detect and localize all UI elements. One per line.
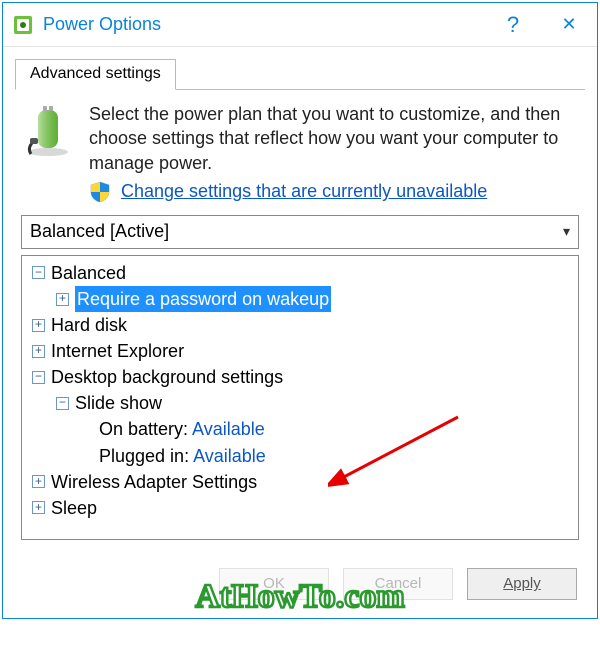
uac-shield-icon [89, 181, 111, 203]
tree-item-hard-disk[interactable]: + Hard disk [28, 312, 572, 338]
expand-icon[interactable]: + [32, 319, 45, 332]
content-area: Select the power plan that you want to c… [3, 90, 597, 550]
power-plan-combo[interactable]: Balanced [Active] ▾ [21, 215, 579, 249]
dialog-buttons: OK Cancel Apply [3, 550, 597, 618]
intro-row: Select the power plan that you want to c… [21, 102, 579, 175]
tree-item-sleep[interactable]: + Sleep [28, 495, 572, 521]
plugged-in-value[interactable]: Available [193, 443, 266, 469]
collapse-icon[interactable]: − [56, 397, 69, 410]
close-button[interactable]: ✕ [541, 3, 597, 47]
collapse-icon[interactable]: − [32, 266, 45, 279]
battery-icon [21, 104, 75, 158]
collapse-icon[interactable]: − [32, 371, 45, 384]
tree-item-wireless[interactable]: + Wireless Adapter Settings [28, 469, 572, 495]
window-title: Power Options [43, 14, 485, 35]
expand-icon[interactable]: + [32, 475, 45, 488]
help-button[interactable]: ? [485, 3, 541, 47]
tab-strip: Advanced settings [3, 47, 597, 90]
titlebar: Power Options ? ✕ [3, 3, 597, 47]
tree-item-on-battery[interactable]: On battery: Available [28, 416, 572, 442]
tab-advanced-settings[interactable]: Advanced settings [15, 59, 176, 90]
apply-button[interactable]: Apply [467, 568, 577, 600]
combo-value: Balanced [Active] [30, 221, 169, 242]
on-battery-value[interactable]: Available [192, 416, 265, 442]
tree-item-plugged-in[interactable]: Plugged in: Available [28, 443, 572, 469]
uac-link-row: Change settings that are currently unava… [89, 181, 579, 203]
tree-item-internet-explorer[interactable]: + Internet Explorer [28, 338, 572, 364]
cancel-button[interactable]: Cancel [343, 568, 453, 600]
tree-item-slide-show[interactable]: − Slide show [28, 390, 572, 416]
expand-icon[interactable]: + [56, 293, 69, 306]
intro-text: Select the power plan that you want to c… [89, 102, 579, 175]
ok-button[interactable]: OK [219, 568, 329, 600]
tree-item-balanced[interactable]: − Balanced [28, 260, 572, 286]
app-icon [3, 14, 43, 36]
change-unavailable-settings-link[interactable]: Change settings that are currently unava… [121, 181, 487, 202]
tree-item-desktop-background[interactable]: − Desktop background settings [28, 364, 572, 390]
tree-item-require-password[interactable]: + Require a password on wakeup [28, 286, 572, 312]
expand-icon[interactable]: + [32, 501, 45, 514]
settings-tree[interactable]: − Balanced + Require a password on wakeu… [21, 255, 579, 540]
power-options-window: Power Options ? ✕ Advanced settings [2, 2, 598, 619]
expand-icon[interactable]: + [32, 345, 45, 358]
chevron-down-icon: ▾ [563, 223, 570, 240]
